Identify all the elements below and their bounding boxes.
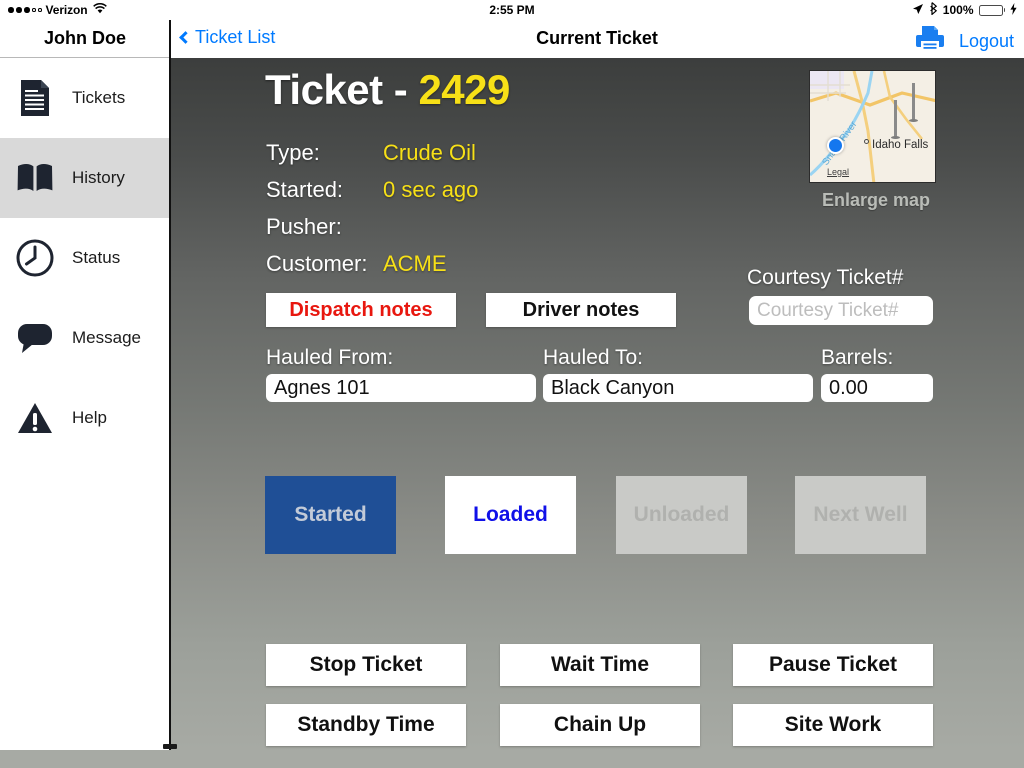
info-value: ACME bbox=[383, 250, 447, 276]
speech-bubble-icon bbox=[14, 317, 56, 359]
sidebar-item-label: Tickets bbox=[72, 88, 126, 107]
stop-ticket-button[interactable]: Stop Ticket bbox=[266, 644, 466, 686]
sidebar-item-message[interactable]: Message bbox=[0, 298, 169, 378]
map-city-label: Idaho Falls bbox=[872, 139, 929, 151]
book-icon bbox=[14, 157, 56, 199]
hauled-to-input[interactable] bbox=[543, 374, 813, 402]
info-row-started: Started: 0 sec ago bbox=[266, 171, 478, 208]
sidebar-item-status[interactable]: Status bbox=[0, 218, 169, 298]
sidebar-item-tickets[interactable]: Tickets bbox=[0, 58, 169, 138]
ticket-detail-panel: Ticket - 2429 Type: Crude Oil Started: 0… bbox=[171, 58, 1024, 750]
printer-icon[interactable] bbox=[913, 24, 947, 59]
ios-status-bar: Verizon 2:55 PM 100% bbox=[0, 0, 1024, 20]
battery-percent-label: 100% bbox=[942, 3, 974, 17]
barrels-label: Barrels: bbox=[821, 346, 894, 369]
driver-notes-button[interactable]: Driver notes bbox=[486, 293, 676, 327]
info-row-customer: Customer: ACME bbox=[266, 245, 478, 282]
app-window: Verizon 2:55 PM 100% John Doe Ticket Lis… bbox=[0, 0, 1024, 768]
bluetooth-icon bbox=[929, 2, 938, 18]
barrels-group: Barrels: bbox=[821, 346, 933, 402]
ticket-number: 2429 bbox=[418, 66, 510, 113]
sidebar-item-label: Help bbox=[72, 408, 107, 427]
sidebar-content-divider bbox=[169, 0, 171, 750]
sidebar-item-label: Status bbox=[72, 248, 121, 267]
info-key: Started: bbox=[266, 176, 344, 202]
hauled-to-label: Hauled To: bbox=[543, 346, 644, 369]
info-key: Pusher: bbox=[266, 213, 342, 239]
warning-triangle-icon bbox=[14, 397, 56, 439]
clock-label: 2:55 PM bbox=[489, 3, 535, 17]
site-work-button[interactable]: Site Work bbox=[733, 704, 933, 746]
sidebar-item-label: History bbox=[72, 168, 125, 187]
page-title: Current Ticket bbox=[536, 28, 658, 48]
user-name-label: John Doe bbox=[43, 28, 126, 48]
barrels-input[interactable] bbox=[821, 374, 933, 402]
ticket-info-list: Type: Crude Oil Started: 0 sec ago Pushe… bbox=[266, 134, 478, 282]
location-arrow-icon bbox=[912, 3, 924, 18]
info-row-type: Type: Crude Oil bbox=[266, 134, 478, 171]
logout-button[interactable]: Logout bbox=[959, 31, 1014, 52]
sidebar-header: John Doe bbox=[0, 20, 170, 57]
status-button-loaded[interactable]: Loaded bbox=[445, 476, 576, 554]
hauled-from-label: Hauled From: bbox=[266, 346, 394, 369]
wait-time-button[interactable]: Wait Time bbox=[500, 644, 700, 686]
info-key: Type: bbox=[266, 139, 320, 165]
sidebar-item-history[interactable]: History bbox=[0, 138, 169, 218]
content-footer-strip bbox=[0, 750, 1024, 768]
clock-icon bbox=[14, 237, 56, 279]
status-button-unloaded: Unloaded bbox=[616, 476, 747, 554]
dispatch-notes-button[interactable]: Dispatch notes bbox=[266, 293, 456, 327]
info-value: 0 sec ago bbox=[383, 176, 479, 202]
navigation-bar: Ticket List Current Ticket Logout bbox=[170, 20, 1024, 57]
sidebar-header-divider bbox=[0, 57, 170, 58]
status-bar-right: 100% bbox=[912, 2, 1017, 18]
map-thumbnail[interactable]: Snake River Idaho Falls Legal bbox=[809, 70, 936, 183]
sidebar-item-label: Message bbox=[72, 328, 141, 347]
map-legal-link[interactable]: Legal bbox=[827, 167, 849, 177]
ticket-heading: Ticket - 2429 bbox=[265, 66, 510, 114]
chain-up-button[interactable]: Chain Up bbox=[500, 704, 700, 746]
divider-foot bbox=[163, 744, 177, 749]
hauled-to-group: Hauled To: bbox=[543, 346, 813, 402]
ticket-heading-label: Ticket - bbox=[265, 66, 419, 113]
sidebar: Tickets History Status Message Help bbox=[0, 58, 169, 749]
hauled-from-input[interactable] bbox=[266, 374, 536, 402]
status-button-started[interactable]: Started bbox=[265, 476, 396, 554]
standby-time-button[interactable]: Standby Time bbox=[266, 704, 466, 746]
battery-icon bbox=[978, 4, 1005, 16]
courtesy-ticket-label: Courtesy Ticket# bbox=[747, 266, 904, 289]
current-location-dot-icon bbox=[827, 137, 844, 154]
lightning-bolt-icon bbox=[1010, 2, 1017, 18]
hauled-from-group: Hauled From: bbox=[266, 346, 536, 402]
info-row-pusher: Pusher: bbox=[266, 208, 478, 245]
map-city-marker bbox=[864, 139, 869, 144]
navigation-bar-right: Logout bbox=[913, 24, 1014, 59]
info-value: Crude Oil bbox=[383, 139, 476, 165]
enlarge-map-button[interactable]: Enlarge map bbox=[811, 190, 941, 211]
status-button-next-well: Next Well bbox=[795, 476, 926, 554]
pause-ticket-button[interactable]: Pause Ticket bbox=[733, 644, 933, 686]
document-icon bbox=[14, 77, 56, 119]
sidebar-item-help[interactable]: Help bbox=[0, 378, 169, 458]
info-key: Customer: bbox=[266, 250, 368, 276]
courtesy-ticket-input[interactable] bbox=[749, 296, 933, 325]
